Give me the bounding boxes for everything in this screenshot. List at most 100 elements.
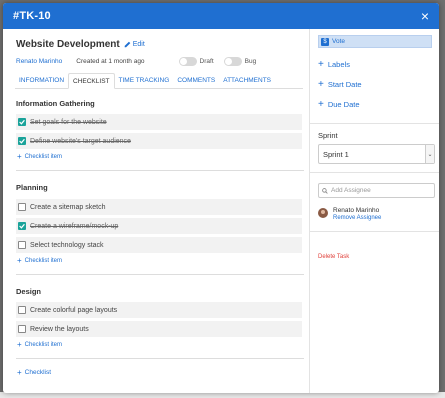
checklist-item: Create a wireframe/mock-up xyxy=(16,218,302,234)
draft-toggle[interactable] xyxy=(178,56,197,66)
add-checklist-label: Checklist xyxy=(24,369,52,376)
start-date-label: Start Date xyxy=(327,80,362,89)
checklist-item: Create a sitemap sketch xyxy=(16,199,302,215)
checklist-planning: Planning Create a sitemap sketch Create … xyxy=(16,183,309,275)
checkbox[interactable] xyxy=(18,325,26,333)
add-checklist-item-label: Checklist item xyxy=(24,154,63,160)
plus-icon: + xyxy=(17,256,22,265)
due-date-link[interactable]: + Due Date xyxy=(318,99,433,110)
sprint-select[interactable]: Sprint 1 ⌄ xyxy=(318,144,435,164)
start-date-link[interactable]: + Start Date xyxy=(318,79,433,90)
draft-label: Draft xyxy=(199,57,214,65)
checklist-title: Information Gathering xyxy=(16,99,95,108)
tab-information[interactable]: INFORMATION xyxy=(15,73,68,88)
tab-bar: INFORMATION CHECKLIST TIME TRACKING COMM… xyxy=(15,73,303,89)
due-date-label: Due Date xyxy=(327,100,360,109)
plus-icon: + xyxy=(318,59,324,70)
sidebar: $ Vote + Labels + Start Date + Due Date … xyxy=(309,29,439,393)
checklist-item-label: Create a sitemap sketch xyxy=(30,203,106,211)
divider xyxy=(310,172,439,173)
checklist-title: Planning xyxy=(16,183,48,192)
divider xyxy=(310,123,439,124)
assignee-entry: Renato Marinho Remove Assignee xyxy=(318,207,433,221)
modal-header: #TK-10 × xyxy=(3,3,439,29)
avatar xyxy=(318,208,328,218)
checklist-item-label: Select technology stack xyxy=(30,241,104,249)
tab-comments[interactable]: COMMENTS xyxy=(173,73,219,88)
checklist-design: Design Create colorful page layouts Revi… xyxy=(16,287,309,359)
edit-button[interactable]: Edit xyxy=(124,41,145,48)
checkbox[interactable] xyxy=(18,241,26,249)
plus-icon: + xyxy=(17,367,22,377)
created-date: Created at 1 month ago xyxy=(76,57,145,65)
search-icon xyxy=(322,187,328,194)
delete-task-link[interactable]: Delete Task xyxy=(318,254,433,260)
checkbox[interactable] xyxy=(18,203,26,211)
checklist-item-label: Create a wireframe/mock-up xyxy=(30,222,119,230)
assignee-placeholder: Add Assignee xyxy=(331,187,371,194)
bug-toggle[interactable] xyxy=(223,56,242,66)
checklist-item: Review the layouts xyxy=(16,321,302,337)
chevron-down-icon: ⌄ xyxy=(425,145,434,163)
divider xyxy=(310,231,439,232)
add-checklist-item-label: Checklist item xyxy=(24,258,63,264)
plus-icon: + xyxy=(17,340,22,349)
checkmark-icon xyxy=(19,119,25,125)
task-meta: Renato Marinho Created at 1 month ago Dr… xyxy=(16,55,309,67)
divider xyxy=(16,358,304,359)
checkbox-checked[interactable] xyxy=(18,118,26,126)
divider xyxy=(16,170,304,171)
tab-attachments[interactable]: ATTACHMENTS xyxy=(219,73,275,88)
add-checklist-item-button[interactable]: + Checklist item xyxy=(17,340,309,349)
task-title-row: Website Development Edit xyxy=(16,39,309,50)
sprint-value: Sprint 1 xyxy=(323,149,349,159)
checklist-information-gathering: Information Gathering Set goals for the … xyxy=(16,99,309,171)
checkbox[interactable] xyxy=(18,306,26,314)
task-modal: #TK-10 × Website Development Edit Renato… xyxy=(3,3,439,393)
bug-label: Bug xyxy=(244,57,257,65)
bug-toggle-group: Bug xyxy=(223,56,257,66)
draft-toggle-group: Draft xyxy=(178,56,214,66)
checklist-item: Define website's target audience xyxy=(16,133,302,149)
tab-time-tracking[interactable]: TIME TRACKING xyxy=(115,73,174,88)
plus-icon: + xyxy=(17,152,22,161)
assignee-name: Renato Marinho xyxy=(333,207,380,214)
labels-label: Labels xyxy=(327,60,350,69)
main-column: Website Development Edit Renato Marinho … xyxy=(3,29,309,393)
checklist-item-label: Set goals for the website xyxy=(30,118,107,126)
checkmark-icon xyxy=(19,138,25,144)
checkbox-checked[interactable] xyxy=(18,137,26,145)
plus-icon: + xyxy=(318,99,324,110)
checklist-title: Design xyxy=(16,287,42,296)
tab-checklist[interactable]: CHECKLIST xyxy=(68,73,115,89)
remove-assignee-link[interactable]: Remove Assignee xyxy=(333,215,381,221)
checkmark-icon xyxy=(19,223,25,229)
add-checklist-item-button[interactable]: + Checklist item xyxy=(17,256,309,265)
checklist-item-label: Review the layouts xyxy=(30,325,89,333)
sprint-label: Sprint xyxy=(318,131,338,140)
add-checklist-item-label: Checklist item xyxy=(24,342,63,348)
divider xyxy=(16,274,304,275)
add-checklist-button[interactable]: + Checklist xyxy=(17,367,309,377)
add-checklist-item-button[interactable]: + Checklist item xyxy=(17,152,309,161)
assignee-search-input[interactable]: Add Assignee xyxy=(318,183,435,198)
plus-icon: + xyxy=(318,79,324,90)
author-link[interactable]: Renato Marinho xyxy=(16,58,62,65)
checklist-item: Create colorful page layouts xyxy=(16,302,302,318)
vote-button[interactable]: $ Vote xyxy=(318,35,432,48)
task-name: Website Development xyxy=(16,39,120,50)
checkbox-checked[interactable] xyxy=(18,222,26,230)
checklist-item: Set goals for the website xyxy=(16,114,302,130)
close-icon[interactable]: × xyxy=(421,9,429,23)
pencil-icon xyxy=(124,41,131,48)
modal-title: #TK-10 xyxy=(13,10,51,22)
checklist-item-label: Define website's target audience xyxy=(30,137,131,145)
vote-icon: $ xyxy=(321,37,329,46)
vote-label: Vote xyxy=(332,38,346,45)
edit-label: Edit xyxy=(132,41,145,48)
checklist-item-label: Create colorful page layouts xyxy=(30,306,118,314)
labels-link[interactable]: + Labels xyxy=(318,59,433,70)
assignee-info: Renato Marinho Remove Assignee xyxy=(333,207,381,221)
checklist-item: Select technology stack xyxy=(16,237,302,253)
modal-body: Website Development Edit Renato Marinho … xyxy=(3,29,439,393)
